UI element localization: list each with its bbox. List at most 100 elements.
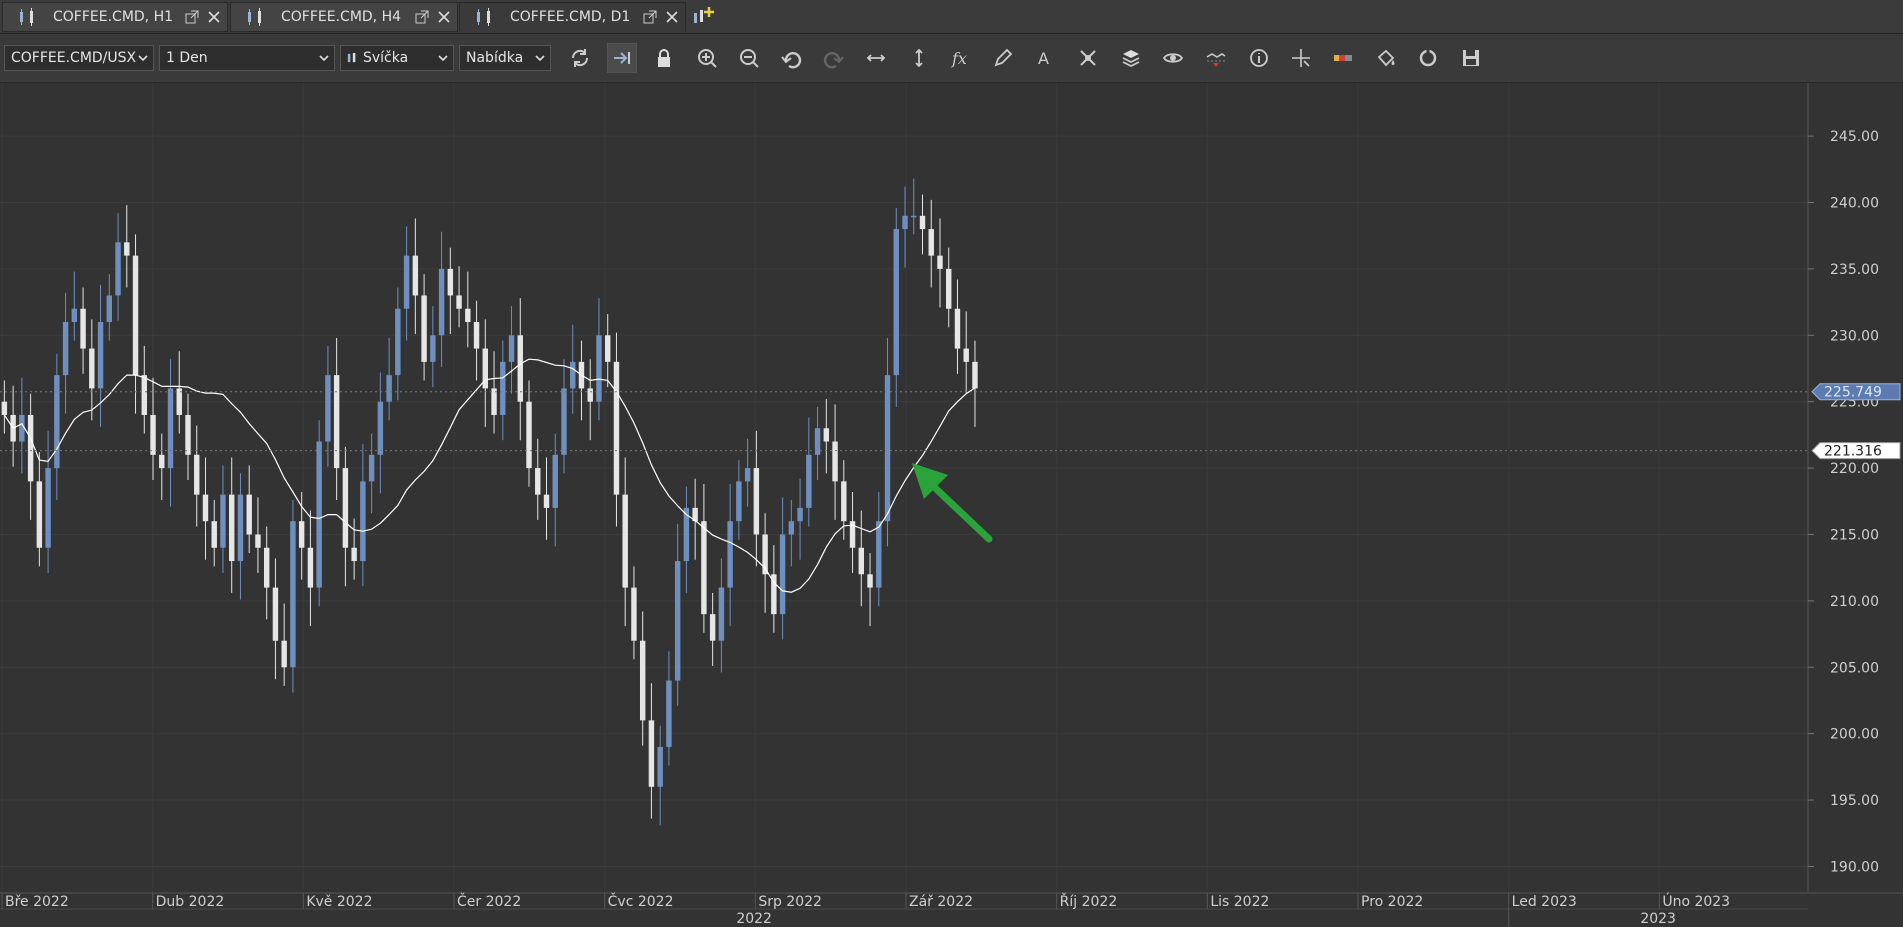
period-select[interactable]: 1 Den: [159, 45, 335, 71]
candle-body: [561, 388, 567, 455]
vertical-scale-button[interactable]: [904, 43, 934, 73]
draw-button[interactable]: [988, 43, 1018, 73]
chart-type-select[interactable]: Svíčka: [340, 45, 454, 71]
candle-body: [806, 454, 812, 508]
candle-body: [246, 494, 252, 535]
tab-coffee-h4[interactable]: COFFEE.CMD, H4: [230, 2, 458, 32]
ruler-button[interactable]: [1328, 43, 1358, 73]
candle-body: [639, 640, 646, 721]
candlestick-icon: [20, 8, 33, 26]
lock-button[interactable]: [649, 43, 679, 73]
save-icon: [1463, 50, 1479, 66]
signal-icon: [1206, 53, 1226, 67]
drawing-tools-button[interactable]: [1073, 43, 1103, 73]
undo-button[interactable]: [776, 43, 806, 73]
reload-button[interactable]: [1413, 43, 1443, 73]
chevron-down-icon: [319, 55, 329, 62]
candle-body: [587, 388, 593, 402]
price-side-select[interactable]: Nabídka: [459, 45, 551, 71]
y-tick-label: 220.00: [1830, 461, 1879, 477]
candle-body: [19, 414, 25, 442]
candle-body: [508, 335, 515, 362]
visibility-button[interactable]: [1158, 43, 1188, 73]
redo-button[interactable]: [819, 43, 849, 73]
tab-coffee-d1[interactable]: COFFEE.CMD, D1: [459, 2, 686, 32]
candle-body: [132, 255, 139, 376]
svg-text:225.749: 225.749: [1824, 385, 1882, 401]
candle-body: [919, 215, 926, 230]
candle-body: [876, 521, 882, 588]
crosshair-button[interactable]: [1286, 43, 1316, 73]
candle-body: [657, 746, 663, 787]
candle-body: [867, 574, 873, 588]
auto-shift-button[interactable]: [607, 43, 637, 73]
text-button[interactable]: A: [1031, 43, 1061, 73]
candle-body: [832, 441, 838, 482]
ruler-icon: [1334, 55, 1352, 61]
candle-body: [884, 375, 891, 522]
signals-button[interactable]: [1201, 43, 1231, 73]
candle-body: [631, 587, 637, 641]
candle-body: [54, 375, 60, 469]
refresh-button[interactable]: [565, 43, 595, 73]
candle-body: [421, 295, 427, 362]
instrument-select[interactable]: COFFEE.CMD/USX: [4, 45, 154, 71]
candle-body: [27, 414, 34, 482]
candle-body: [255, 534, 261, 548]
candle-body: [351, 547, 357, 562]
detach-icon[interactable]: [415, 10, 429, 24]
vertical-scale-icon: [915, 48, 923, 68]
chart-grid: [0, 83, 1808, 893]
detach-icon[interactable]: [185, 10, 199, 24]
price-reference-lines: [0, 391, 1808, 452]
svg-text:fx: fx: [951, 49, 967, 68]
candle-body: [377, 401, 384, 455]
close-icon[interactable]: [437, 10, 451, 24]
candle-body: [211, 521, 217, 548]
candle-body: [648, 720, 655, 787]
zoom-in-button[interactable]: [692, 43, 722, 73]
candle-body: [605, 335, 611, 362]
candle-body: [202, 494, 209, 522]
drawing-tools-icon: [1080, 50, 1096, 66]
horizontal-scale-button[interactable]: [861, 43, 891, 73]
candlestick-icon: [347, 53, 356, 63]
period-value: 1 Den: [166, 50, 208, 66]
candle-body: [841, 481, 847, 522]
price-chart[interactable]: 245.00240.00235.00230.00225.00220.00215.…: [0, 83, 1903, 927]
x-tick-label: Říj 2022: [1060, 893, 1118, 910]
instrument-value: COFFEE.CMD/USX: [11, 50, 137, 66]
theme-button[interactable]: [1371, 43, 1401, 73]
info-button[interactable]: [1244, 43, 1274, 73]
tab-label: COFFEE.CMD, D1: [510, 9, 631, 25]
y-tick-label: 195.00: [1830, 793, 1879, 809]
candle-body: [718, 587, 725, 641]
candle-body: [237, 494, 244, 562]
candle-body: [290, 521, 296, 668]
candle-body: [62, 322, 69, 376]
reload-icon: [1419, 49, 1437, 67]
horizontal-scale-icon: [866, 54, 886, 62]
candle-body: [736, 481, 742, 522]
candle-body: [194, 454, 200, 495]
indicators-button[interactable]: fx: [946, 43, 976, 73]
tab-coffee-h1[interactable]: COFFEE.CMD, H1: [2, 2, 228, 32]
price-axis[interactable]: 245.00240.00235.00230.00225.00220.00215.…: [1808, 129, 1879, 875]
candle-body: [281, 640, 287, 668]
candle-body: [412, 255, 419, 296]
candle-body: [911, 215, 917, 218]
y-tick-label: 205.00: [1830, 660, 1879, 676]
close-icon[interactable]: [665, 10, 679, 24]
ma-value-label: 221.316: [1811, 442, 1901, 460]
x-tick-label: Lis 2022: [1210, 894, 1269, 910]
layers-button[interactable]: [1116, 43, 1146, 73]
candle-body: [342, 468, 349, 548]
x-tick-label: Čer 2022: [457, 892, 521, 910]
candle-body: [185, 414, 191, 455]
candle-body: [45, 468, 51, 548]
detach-icon[interactable]: [643, 10, 657, 24]
close-icon[interactable]: [207, 10, 221, 24]
save-button[interactable]: [1456, 43, 1486, 73]
zoom-out-button[interactable]: [734, 43, 764, 73]
new-chart-tab-icon[interactable]: [690, 4, 716, 30]
